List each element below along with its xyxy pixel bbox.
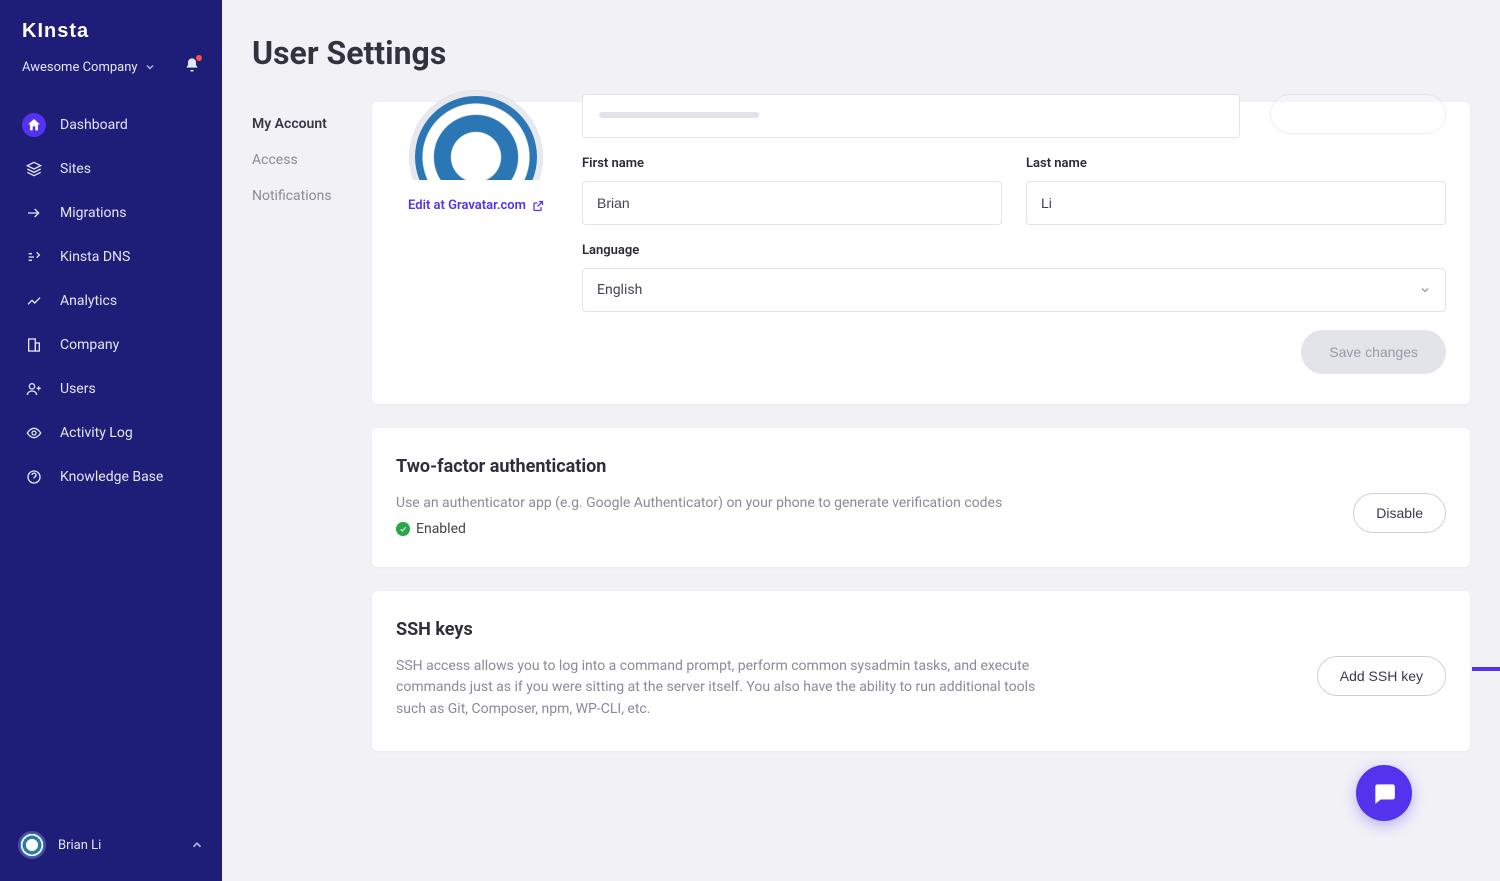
sidebar-item-label: Company (60, 337, 119, 353)
primary-nav: Dashboard Sites Migrations Kinsta DNS An… (0, 95, 222, 817)
brand-logo: KInsta (0, 0, 222, 57)
arrow-icon (22, 201, 46, 225)
language-value: English (597, 282, 642, 298)
sidebar-item-migrations[interactable]: Migrations (0, 191, 222, 235)
email-field (582, 94, 1240, 138)
main-content: User Settings My Account Access Notifica… (222, 0, 1500, 881)
two-factor-title: Two-factor authentication (396, 456, 1446, 477)
eye-icon (22, 421, 46, 445)
disable-2fa-button[interactable]: Disable (1353, 493, 1446, 533)
language-select[interactable]: English (582, 268, 1446, 312)
chat-icon (1371, 780, 1397, 806)
notifications-bell[interactable] (184, 57, 200, 77)
sidebar-item-label: Activity Log (60, 425, 133, 441)
sidebar-item-label: Knowledge Base (60, 469, 163, 485)
home-icon (22, 113, 46, 137)
dns-icon (22, 245, 46, 269)
sidebar-item-company[interactable]: Company (0, 323, 222, 367)
avatar (18, 831, 46, 859)
two-factor-description: Use an authenticator app (e.g. Google Au… (396, 493, 1002, 515)
sidebar-item-label: Analytics (60, 293, 117, 309)
profile-panel: Edit at Gravatar.com First name (372, 102, 1470, 404)
two-factor-status: Enabled (396, 521, 1002, 537)
chat-launcher[interactable] (1356, 765, 1412, 821)
sidebar-item-kb[interactable]: Knowledge Base (0, 455, 222, 499)
page-title: User Settings (222, 0, 1500, 72)
annotation-arrow (1472, 667, 1500, 671)
chevron-down-icon (144, 61, 156, 73)
subnav-my-account[interactable]: My Account (252, 106, 362, 142)
avatar-large (409, 90, 543, 180)
check-icon (396, 522, 410, 536)
subnav-notifications[interactable]: Notifications (252, 178, 362, 214)
ssh-description: SSH access allows you to log into a comm… (396, 656, 1056, 721)
user-plus-icon (22, 377, 46, 401)
first-name-label: First name (582, 156, 1002, 171)
gravatar-link-text: Edit at Gravatar.com (408, 198, 526, 213)
save-changes-button[interactable]: Save changes (1301, 330, 1446, 374)
sidebar-item-sites[interactable]: Sites (0, 147, 222, 191)
chevron-down-icon (1419, 284, 1431, 296)
sidebar-item-label: Dashboard (60, 117, 128, 133)
sidebar-item-label: Kinsta DNS (60, 249, 130, 265)
sidebar-item-label: Users (60, 381, 96, 397)
help-icon (22, 465, 46, 489)
layers-icon (22, 157, 46, 181)
notification-dot (196, 55, 202, 61)
sidebar-item-analytics[interactable]: Analytics (0, 279, 222, 323)
footer-user-name: Brian Li (58, 838, 101, 853)
sidebar-item-label: Migrations (60, 205, 127, 221)
add-ssh-key-button[interactable]: Add SSH key (1317, 656, 1446, 696)
chart-icon (22, 289, 46, 313)
change-email-button[interactable] (1270, 94, 1446, 134)
gravatar-link[interactable]: Edit at Gravatar.com (408, 198, 544, 213)
two-factor-status-text: Enabled (416, 521, 466, 537)
last-name-input[interactable] (1026, 181, 1446, 225)
settings-subnav: My Account Access Notifications (252, 102, 362, 775)
company-name: Awesome Company (22, 60, 138, 75)
chevron-up-icon (190, 838, 204, 852)
user-menu[interactable]: Brian Li (0, 817, 222, 881)
subnav-access[interactable]: Access (252, 142, 362, 178)
language-label: Language (582, 243, 1446, 258)
sidebar-item-dashboard[interactable]: Dashboard (0, 103, 222, 147)
ssh-title: SSH keys (396, 619, 1446, 640)
two-factor-panel: Two-factor authentication Use an authent… (372, 428, 1470, 567)
sidebar-item-label: Sites (60, 161, 91, 177)
external-link-icon (532, 200, 544, 212)
company-switcher[interactable]: Awesome Company (0, 57, 222, 95)
sidebar: KInsta Awesome Company Dashboard Sites M… (0, 0, 222, 881)
first-name-input[interactable] (582, 181, 1002, 225)
sidebar-item-dns[interactable]: Kinsta DNS (0, 235, 222, 279)
sidebar-item-users[interactable]: Users (0, 367, 222, 411)
building-icon (22, 333, 46, 357)
ssh-panel: SSH keys SSH access allows you to log in… (372, 591, 1470, 751)
last-name-label: Last name (1026, 156, 1446, 171)
sidebar-item-activity[interactable]: Activity Log (0, 411, 222, 455)
